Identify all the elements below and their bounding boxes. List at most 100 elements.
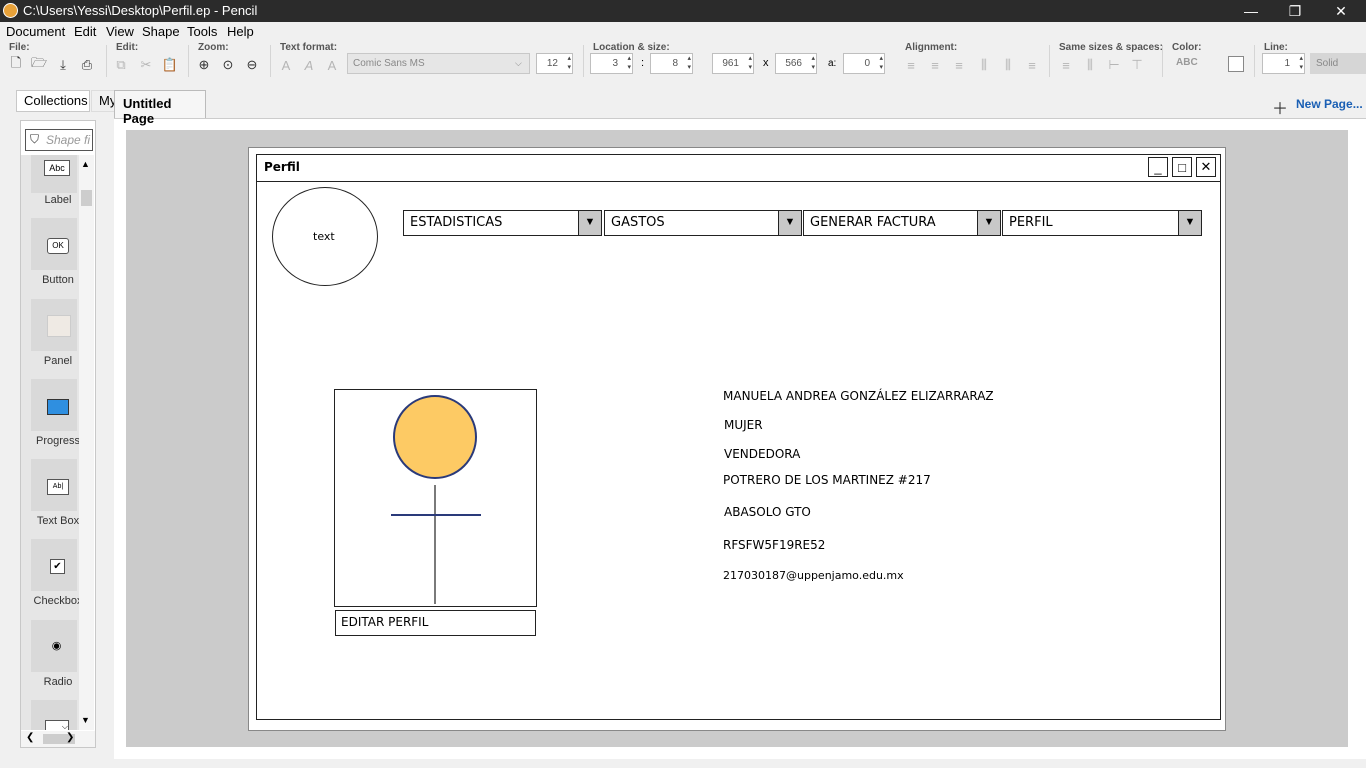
menu-tools[interactable]: Tools: [187, 24, 217, 39]
label-shape-icon: Abc: [44, 160, 70, 176]
angle-input[interactable]: 0: [843, 53, 885, 74]
shape-radio-tile[interactable]: ◉: [31, 620, 77, 672]
mockup-maximize-icon[interactable]: □: [1172, 157, 1192, 177]
font-bold-icon[interactable]: A: [277, 56, 295, 74]
zoom-in-icon[interactable]: ⊕: [195, 56, 213, 74]
new-document-icon[interactable]: 🗋: [7, 55, 25, 74]
shape-list-hscrollbar[interactable]: ❮ ❯: [21, 731, 95, 747]
height-input[interactable]: 566: [775, 53, 817, 74]
dropdown-arrow-icon[interactable]: ▼: [778, 210, 802, 236]
shape-list-scrollbar[interactable]: ▲ ▼: [79, 155, 94, 730]
dropdown-arrow-icon[interactable]: ▼: [1178, 210, 1202, 236]
fill-color-swatch[interactable]: [1228, 56, 1244, 72]
shape-name-label: Label: [44, 194, 72, 206]
scroll-down-icon[interactable]: ▼: [81, 715, 90, 725]
filter-icon: ⛉: [30, 132, 40, 146]
dropdown-arrow-icon[interactable]: ▼: [977, 210, 1001, 236]
paste-icon[interactable]: 📋: [161, 56, 179, 74]
text-underline-icon[interactable]: A: [323, 56, 341, 74]
save-icon[interactable]: ⤓: [54, 56, 72, 74]
profile-rfc: RFSFW5F19RE52: [723, 538, 826, 552]
font-italic-icon[interactable]: A: [300, 56, 318, 74]
same-height-icon[interactable]: ⫼: [1081, 56, 1099, 74]
textbox-shape-icon: Ab|: [47, 479, 69, 495]
zoom-reset-icon[interactable]: ⊙: [219, 56, 237, 74]
toolbar-separator: [188, 45, 189, 77]
line-style-select[interactable]: Solid: [1310, 53, 1366, 74]
add-page-icon[interactable]: ＋: [1272, 95, 1288, 119]
toolbar-separator: [1162, 45, 1163, 77]
location-y-input[interactable]: 8: [650, 53, 693, 74]
same-width-icon[interactable]: ≡: [1057, 56, 1075, 74]
space-horizontal-icon[interactable]: ⊢: [1105, 56, 1123, 74]
angle-label: a:: [828, 58, 837, 69]
mockup-close-icon[interactable]: ✕: [1196, 157, 1216, 177]
align-middle-icon[interactable]: ⫼: [999, 56, 1017, 74]
scroll-up-icon[interactable]: ▲: [81, 159, 90, 169]
menu-view[interactable]: View: [106, 24, 134, 39]
location-x-input[interactable]: 3: [590, 53, 633, 74]
open-folder-icon[interactable]: 🗁: [30, 55, 48, 74]
pencil-app-icon: [3, 3, 18, 18]
nav-perfil[interactable]: PERFIL: [1002, 210, 1180, 236]
mockup-window-title: Perfil: [264, 160, 300, 174]
shape-panel-tile[interactable]: [31, 299, 77, 351]
print-icon[interactable]: ⎙: [78, 56, 96, 74]
line-width-input[interactable]: 1: [1262, 53, 1305, 74]
mockup-window-titlebar: [257, 155, 1220, 182]
toolbar-separator: [270, 45, 271, 77]
align-center-icon[interactable]: ≡: [926, 56, 944, 74]
progress-shape-icon: [47, 399, 69, 415]
shape-checkbox-tile[interactable]: ✔: [31, 539, 77, 591]
profile-email: 217030187@uppenjamo.edu.mx: [723, 569, 904, 582]
align-top-icon[interactable]: ⫼: [975, 56, 993, 74]
font-family-select[interactable]: Comic Sans MS: [347, 53, 530, 74]
menu-document[interactable]: Document: [6, 24, 65, 39]
profile-address: POTRERO DE LOS MARTINEZ #217: [723, 473, 931, 487]
cut-icon[interactable]: ✂: [137, 56, 155, 74]
copy-icon[interactable]: ⧉: [112, 56, 130, 74]
dropdown-shape-icon: ⌵: [45, 720, 69, 730]
menu-shape[interactable]: Shape: [142, 24, 180, 39]
shape-name-checkbox: Checkbox: [33, 595, 79, 607]
tab-collections[interactable]: Collections: [16, 90, 90, 112]
dropdown-arrow-icon[interactable]: ▼: [578, 210, 602, 236]
scroll-thumb[interactable]: [81, 190, 92, 206]
shape-dropdown-tile[interactable]: ⌵: [31, 700, 77, 730]
space-vertical-icon[interactable]: ⊤: [1128, 56, 1146, 74]
size-separator: x: [763, 57, 769, 69]
toolbar-separator: [1254, 45, 1255, 77]
text-color-button[interactable]: ABC: [1176, 57, 1198, 68]
align-left-icon[interactable]: ≡: [902, 56, 920, 74]
zoom-out-icon[interactable]: ⊖: [243, 56, 261, 74]
scroll-left-icon[interactable]: ❮: [26, 732, 34, 743]
shape-textbox-tile[interactable]: Ab|: [31, 459, 77, 511]
page-tab[interactable]: Untitled Page: [114, 90, 206, 126]
minimize-button[interactable]: —: [1228, 0, 1274, 22]
close-button[interactable]: ✕: [1318, 0, 1364, 22]
checkbox-shape-icon: ✔: [50, 559, 65, 574]
title-bar: C:\Users\Yessi\Desktop\Perfil.ep - Penci…: [0, 0, 1366, 22]
menu-help[interactable]: Help: [227, 24, 254, 39]
align-right-icon[interactable]: ≡: [950, 56, 968, 74]
shape-progress-tile[interactable]: [31, 379, 77, 431]
shape-button-tile[interactable]: OK: [31, 218, 77, 270]
shape-label-tile[interactable]: Abc: [31, 155, 77, 193]
toolbar-separator: [1049, 45, 1050, 77]
menu-edit[interactable]: Edit: [74, 24, 96, 39]
nav-generar-factura[interactable]: GENERAR FACTURA: [803, 210, 979, 236]
profile-city: ABASOLO GTO: [724, 505, 811, 519]
mockup-minimize-icon[interactable]: _: [1148, 157, 1168, 177]
nav-gastos[interactable]: GASTOS: [604, 210, 780, 236]
align-bottom-icon[interactable]: ≡: [1023, 56, 1041, 74]
edit-profile-button[interactable]: EDITAR PERFIL: [335, 610, 536, 636]
width-input[interactable]: 961: [712, 53, 754, 74]
edit-group-label: Edit:: [116, 42, 139, 53]
restore-button[interactable]: ❐: [1272, 0, 1318, 22]
new-page-link[interactable]: New Page...: [1296, 97, 1363, 111]
font-size-input[interactable]: 12: [536, 53, 573, 74]
person-figure-icon: [391, 395, 481, 604]
scroll-right-icon[interactable]: ❯: [66, 732, 74, 743]
nav-estadisticas[interactable]: ESTADISTICAS: [403, 210, 579, 236]
location-size-label: Location & size:: [593, 42, 670, 53]
